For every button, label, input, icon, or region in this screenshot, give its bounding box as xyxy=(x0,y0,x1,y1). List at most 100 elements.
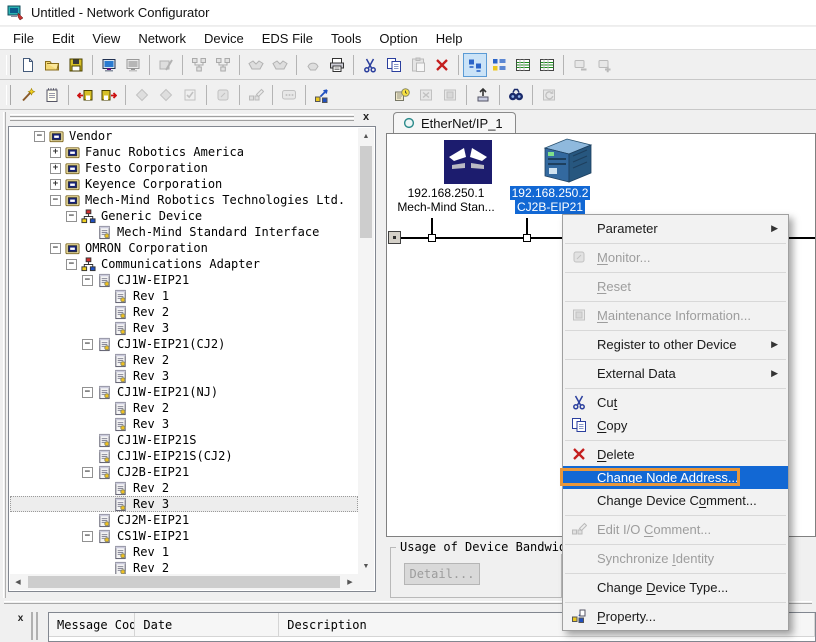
scroll-left-icon[interactable]: ◀ xyxy=(10,574,26,590)
tree-panel-grip[interactable] xyxy=(10,114,354,122)
tree-item-rev-2[interactable]: Rev 2 xyxy=(10,352,358,368)
new-button[interactable] xyxy=(16,53,40,77)
open-button[interactable] xyxy=(40,53,64,77)
copy-button[interactable] xyxy=(382,53,406,77)
tree-item-rev-2[interactable]: Rev 2 xyxy=(10,560,358,574)
menu-device[interactable]: Device xyxy=(195,29,253,48)
context-menu-item-parameter[interactable]: Parameter▶ xyxy=(563,217,788,240)
context-menu-item-property[interactable]: Property... xyxy=(563,605,788,628)
tree-item-rev-3[interactable]: Rev 3 xyxy=(10,320,358,336)
tree-item-cj2m-eip21[interactable]: CJ2M-EIP21 xyxy=(10,512,358,528)
compare-device-1-button[interactable] xyxy=(130,83,154,107)
context-menu-item-copy[interactable]: Copy xyxy=(563,414,788,437)
tree-item-cj1w-eip21[interactable]: −CJ1W-EIP21 xyxy=(10,272,358,288)
network-compare-button[interactable] xyxy=(301,53,325,77)
tree-item-cj1w-eip21s[interactable]: CJ1W-EIP21S xyxy=(10,432,358,448)
panel-splitter[interactable] xyxy=(378,110,384,600)
setup-wizard-button[interactable] xyxy=(16,83,40,107)
tree-expander-icon[interactable]: − xyxy=(34,131,45,142)
upload-device-button[interactable] xyxy=(471,83,495,107)
toolbar-grip[interactable] xyxy=(6,85,11,105)
refresh-button[interactable] xyxy=(537,83,561,107)
scroll-up-icon[interactable]: ▲ xyxy=(358,128,374,144)
tree-item-rev-3[interactable]: Rev 3 xyxy=(10,368,358,384)
menu-edit[interactable]: Edit xyxy=(43,29,83,48)
device-mech-mind-icon[interactable] xyxy=(444,140,492,184)
tree-item-cj1w-eip21s-cj2-[interactable]: CJ1W-EIP21S(CJ2) xyxy=(10,448,358,464)
message-monitor-button[interactable] xyxy=(277,83,301,107)
insert-network-button[interactable] xyxy=(592,53,616,77)
network-upload-button[interactable] xyxy=(187,53,211,77)
tree-item-festo-corporation[interactable]: +Festo Corporation xyxy=(10,160,358,176)
tree-panel-close-button[interactable]: x xyxy=(359,111,373,125)
disconnect-network-button[interactable] xyxy=(121,53,145,77)
tree-item-rev-2[interactable]: Rev 2 xyxy=(10,304,358,320)
tree-item-rev-3[interactable]: Rev 3 xyxy=(10,416,358,432)
menu-file[interactable]: File xyxy=(4,29,43,48)
context-menu-item-maintenance-information[interactable]: Maintenance Information... xyxy=(563,304,788,327)
tree-expander-icon[interactable]: + xyxy=(50,163,61,174)
menu-network[interactable]: Network xyxy=(129,29,195,48)
tree-item-communications-adapter[interactable]: −Communications Adapter xyxy=(10,256,358,272)
tree-item-cj1w-eip21-cj2-[interactable]: −CJ1W-EIP21(CJ2) xyxy=(10,336,358,352)
context-menu-item-reset[interactable]: Reset xyxy=(563,275,788,298)
tree-vscroll-thumb[interactable] xyxy=(360,146,372,238)
tree-item-omron-corporation[interactable]: −OMRON Corporation xyxy=(10,240,358,256)
context-menu-item-change-node-address[interactable]: Change Node Address... xyxy=(563,466,788,489)
tree-expander-icon[interactable]: + xyxy=(50,147,61,158)
menu-view[interactable]: View xyxy=(83,29,129,48)
tree-expander-icon[interactable]: + xyxy=(50,179,61,190)
scroll-right-icon[interactable]: ▶ xyxy=(342,574,358,590)
download-to-network-button[interactable] xyxy=(73,83,97,107)
context-menu-item-cut[interactable]: Cut xyxy=(563,391,788,414)
network-verify-2-button[interactable] xyxy=(268,53,292,77)
tree-hscroll-thumb[interactable] xyxy=(28,576,340,588)
context-menu-item-monitor[interactable]: Monitor... xyxy=(563,246,788,269)
verify-device-button[interactable] xyxy=(178,83,202,107)
column-header-date[interactable]: Date xyxy=(135,613,279,636)
edit-io-comment-button[interactable] xyxy=(244,83,268,107)
context-menu-item-change-device-type[interactable]: Change Device Type... xyxy=(563,576,788,599)
tree-item-rev-2[interactable]: Rev 2 xyxy=(10,480,358,496)
find-button[interactable] xyxy=(504,83,528,107)
upload-from-network-button[interactable] xyxy=(97,83,121,107)
delete-network-button[interactable] xyxy=(568,53,592,77)
tree-expander-icon[interactable]: − xyxy=(50,243,61,254)
tree-vertical-scrollbar[interactable]: ▲ ▼ xyxy=(358,128,374,574)
context-menu-item-synchronize-identity[interactable]: Synchronize Identity xyxy=(563,547,788,570)
bandwidth-detail-button[interactable]: Detail... xyxy=(404,563,480,585)
edit-configuration-button[interactable] xyxy=(154,53,178,77)
tree-item-rev-1[interactable]: Rev 1 xyxy=(10,544,358,560)
tree-expander-icon[interactable]: − xyxy=(82,531,93,542)
menu-eds-file[interactable]: EDS File xyxy=(253,29,322,48)
save-button[interactable] xyxy=(64,53,88,77)
network-download-button[interactable] xyxy=(211,53,235,77)
context-menu-item-delete[interactable]: Delete xyxy=(563,443,788,466)
column-header-message-code[interactable]: Message Code xyxy=(49,613,135,636)
context-menu-item-register-to-other-device[interactable]: Register to other Device▶ xyxy=(563,333,788,356)
tree-expander-icon[interactable]: − xyxy=(82,275,93,286)
tree-item-cj1w-eip21-nj-[interactable]: −CJ1W-EIP21(NJ) xyxy=(10,384,358,400)
tree-item-rev-3[interactable]: Rev 3 xyxy=(10,496,358,512)
print-button[interactable] xyxy=(325,53,349,77)
network-table-view-button[interactable] xyxy=(535,53,559,77)
tree-item-rev-1[interactable]: Rev 1 xyxy=(10,288,358,304)
paste-button[interactable] xyxy=(406,53,430,77)
tree-item-fanuc-robotics-america[interactable]: +Fanuc Robotics America xyxy=(10,144,358,160)
tree-item-rev-2[interactable]: Rev 2 xyxy=(10,400,358,416)
toolbar-grip[interactable] xyxy=(6,55,11,75)
device-cj2b-eip21-label[interactable]: 192.168.250.2 CJ2B-EIP21 xyxy=(495,186,605,214)
clear-device-button[interactable] xyxy=(414,83,438,107)
device-table-view-button[interactable] xyxy=(511,53,535,77)
compare-device-2-button[interactable] xyxy=(154,83,178,107)
device-clock-button[interactable] xyxy=(390,83,414,107)
tree-item-generic-device[interactable]: −Generic Device xyxy=(10,208,358,224)
message-pane-grip[interactable] xyxy=(31,612,38,640)
tree-item-mech-mind-standard-interface[interactable]: Mech-Mind Standard Interface xyxy=(10,224,358,240)
tree-expander-icon[interactable]: − xyxy=(82,467,93,478)
detail-view-button[interactable] xyxy=(487,53,511,77)
tree-item-cs1w-eip21[interactable]: −CS1W-EIP21 xyxy=(10,528,358,544)
tree-horizontal-scrollbar[interactable]: ◀ ▶ xyxy=(10,574,358,590)
tab-ethernet-ip-1[interactable]: EtherNet/IP_1 xyxy=(393,112,516,133)
monitor-device-button[interactable] xyxy=(211,83,235,107)
